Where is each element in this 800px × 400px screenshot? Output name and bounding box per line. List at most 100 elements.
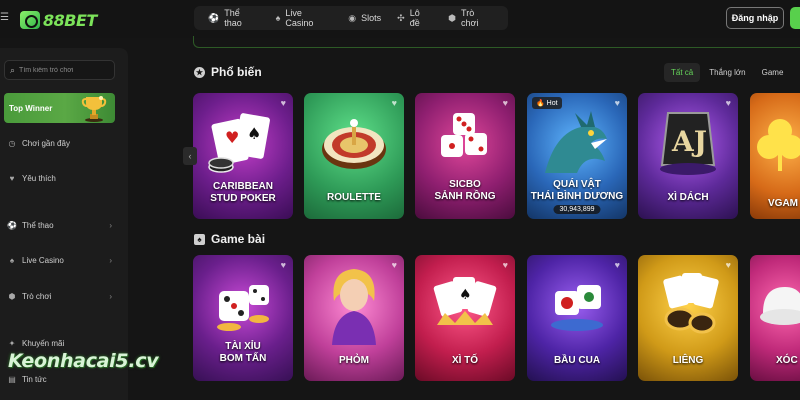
- nav-item-live-casino[interactable]: ♠ Live Casino: [268, 6, 341, 30]
- favorite-heart-icon[interactable]: ♥: [615, 260, 620, 270]
- svg-text:AJ: AJ: [671, 125, 707, 158]
- trophy-icon: [81, 96, 107, 122]
- nav-item-sports[interactable]: ⚽ Thể thao: [200, 6, 268, 30]
- favorite-heart-icon[interactable]: ♥: [726, 98, 731, 108]
- game-card-tai-xiu[interactable]: ♥ TÀI XỈU BOM TẤN: [193, 255, 293, 381]
- chevron-right-icon: ›: [109, 291, 112, 301]
- game-card-title: SICBO SẢNH RỒNG: [434, 179, 496, 202]
- game-card-title: CARIBBEAN STUD POKER: [210, 181, 276, 204]
- card-games-section-title: ♠ Game bài: [194, 232, 265, 246]
- character-art: [332, 269, 376, 345]
- sports-icon: ⚽: [208, 12, 220, 23]
- poker-cards-art: ♥ ♠: [208, 113, 270, 173]
- hot-badge: 🔥 Hot: [532, 97, 562, 109]
- games-icon: ⬢: [8, 291, 16, 301]
- watermark: Keonhacai5.cv: [8, 350, 159, 372]
- dice-art: [217, 285, 269, 331]
- menu-icon[interactable]: ☰: [0, 12, 9, 24]
- previous-section-edge: [193, 36, 800, 48]
- lieng-cards-art: [663, 273, 719, 334]
- favorite-heart-icon[interactable]: ♥: [392, 98, 397, 108]
- game-card-phom[interactable]: ♥ PHỎM: [304, 255, 404, 381]
- filter-tab-all[interactable]: Tất cả: [664, 63, 701, 82]
- hot-badge-label: Hot: [546, 100, 558, 107]
- game-card-title: XÌ DÁCH: [667, 192, 709, 203]
- casino-icon: ♠: [9, 255, 15, 265]
- logo[interactable]: 88BET: [20, 9, 97, 31]
- game-card-pacific-monster[interactable]: 🔥 Hot ♥ QUÁI VẬT THÁI BÌNH DƯƠNG 30,943,…: [527, 93, 627, 219]
- sidebar-item-live-casino[interactable]: ♠ Live Casino ›: [6, 252, 116, 268]
- aj-cards-art: AJ: [660, 112, 716, 175]
- game-card-title: LIÊNG: [672, 355, 704, 366]
- filter-tab-game[interactable]: Game: [755, 63, 791, 82]
- sidebar-item-label: Tin tức: [22, 374, 47, 384]
- signup-button[interactable]: [790, 7, 800, 29]
- sidebar-item-games[interactable]: ⬢ Trò chơi ›: [6, 288, 116, 304]
- game-card-roulette[interactable]: ♥ ROULETTE: [304, 93, 404, 219]
- sidebar-item-label: Live Casino: [22, 255, 64, 265]
- game-card-title: XÓC: [776, 355, 798, 366]
- svg-text:♠: ♠: [459, 287, 472, 303]
- nav-label: Lô đề: [409, 8, 420, 28]
- search-box: ⌕: [4, 60, 115, 80]
- filter-tab-big-wins[interactable]: Thắng lớn: [702, 63, 752, 82]
- filter-tabs: Tất cả Thắng lớn Game: [664, 63, 792, 82]
- dice-art: [441, 113, 487, 157]
- game-card-xi-to[interactable]: ♠ ♥ XÌ TỐ: [415, 255, 515, 381]
- top-winner-banner[interactable]: Top Winner: [4, 93, 115, 123]
- section-title-text: Game bài: [211, 232, 266, 246]
- favorite-heart-icon[interactable]: ♥: [726, 260, 731, 270]
- sidebar-item-label: Yêu thích: [22, 173, 56, 183]
- xoc-dia-art: [760, 287, 800, 325]
- favorite-heart-icon[interactable]: ♥: [503, 260, 508, 270]
- search-icon: ⌕: [10, 64, 16, 75]
- nav-item-games[interactable]: ⬢ Trò chơi: [440, 6, 502, 30]
- slots-icon: ◉: [348, 12, 357, 23]
- favorite-heart-icon[interactable]: ♥: [392, 260, 397, 270]
- sidebar-item-label: Trò chơi: [22, 291, 52, 301]
- sidebar-item-favorites[interactable]: ♥ Yêu thích: [6, 170, 116, 186]
- game-card-lieng[interactable]: ♥ LIÊNG: [638, 255, 738, 381]
- login-button[interactable]: Đăng nhập: [726, 7, 784, 29]
- chevron-right-icon: ›: [109, 220, 112, 230]
- nav-item-slots[interactable]: ◉ Slots: [340, 6, 389, 30]
- clover-art: [757, 119, 800, 171]
- favorite-heart-icon[interactable]: ♥: [281, 260, 286, 270]
- bau-cua-dice-art: [551, 285, 603, 331]
- game-card-xoc[interactable]: XÓC: [750, 255, 800, 381]
- game-card-blackjack[interactable]: AJ ♥ XÌ DÁCH: [638, 93, 738, 219]
- top-winner-label: Top Winner: [9, 103, 53, 113]
- sidebar-item-label: Thể thao: [22, 220, 54, 230]
- favorite-heart-icon[interactable]: ♥: [615, 98, 620, 108]
- game-card-caribbean-stud-poker[interactable]: ♥ ♠ ♥ CARIBBEAN STUD POKER: [193, 93, 293, 219]
- game-card-sicbo[interactable]: ♥ SICBO SẢNH RỒNG: [415, 93, 515, 219]
- game-card-bau-cua[interactable]: ♥ BẦU CUA: [527, 255, 627, 381]
- carousel-prev-button[interactable]: ‹: [183, 147, 197, 165]
- game-card-vgame[interactable]: VGAM: [750, 93, 800, 219]
- logo-mark-icon: [20, 11, 40, 29]
- game-card-title: TÀI XỈU BOM TẤN: [219, 341, 267, 364]
- cards-icon: ♠: [194, 233, 205, 245]
- sidebar-item-sports[interactable]: ⚽ Thể thao ›: [6, 217, 116, 233]
- game-card-title: QUÁI VẬT THÁI BÌNH DƯƠNG: [530, 179, 624, 202]
- popular-section-title: ★ Phổ biến: [194, 65, 262, 79]
- sidebar-item-label: Chơi gần đây: [22, 138, 70, 148]
- top-bar: ☰ 88BET ⚽ Thể thao ♠ Live Casino ◉ Slots…: [0, 0, 800, 38]
- sidebar-item-promotions[interactable]: ✦ Khuyến mãi: [6, 335, 116, 351]
- favorite-heart-icon[interactable]: ♥: [503, 98, 508, 108]
- favorite-heart-icon[interactable]: ♥: [281, 98, 286, 108]
- roulette-wheel-art: [322, 119, 386, 169]
- game-card-title: XÌ TỐ: [451, 355, 479, 366]
- sports-icon: ⚽: [7, 220, 17, 230]
- nav-item-lottery[interactable]: ✣ Lô đề: [389, 6, 440, 30]
- sidebar-item-news[interactable]: ▤ Tin tức: [6, 371, 116, 387]
- gift-icon: ✦: [8, 338, 16, 348]
- main-nav: ⚽ Thể thao ♠ Live Casino ◉ Slots ✣ Lô đề…: [194, 6, 508, 30]
- search-input[interactable]: [19, 66, 110, 74]
- star-icon: ★: [194, 66, 205, 78]
- chevron-right-icon: ›: [109, 255, 112, 265]
- game-card-title: BẦU CUA: [553, 355, 601, 366]
- news-icon: ▤: [8, 374, 16, 384]
- svg-text:♠: ♠: [247, 124, 261, 143]
- sidebar-item-recent[interactable]: ◷ Chơi gần đây: [6, 135, 116, 151]
